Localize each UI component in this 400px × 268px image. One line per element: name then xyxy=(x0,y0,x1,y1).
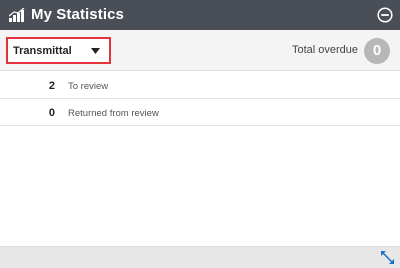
total-overdue-label: Total overdue xyxy=(291,44,358,56)
caret-down-icon xyxy=(91,48,100,54)
widget-header: My Statistics xyxy=(0,0,400,30)
stats-list: 2 To review 0 Returned from review xyxy=(0,72,400,126)
dropdown-selected-value: Transmittal xyxy=(13,45,72,57)
stat-count: 2 xyxy=(48,80,55,92)
stat-count: 0 xyxy=(48,107,55,119)
widget-footer xyxy=(0,246,400,268)
stat-label: To review xyxy=(68,81,109,92)
category-dropdown[interactable]: Transmittal xyxy=(6,37,111,64)
stat-row-to-review[interactable]: 2 To review xyxy=(0,72,400,99)
minus-circle-icon[interactable] xyxy=(377,7,393,23)
stat-row-returned-from-review[interactable]: 0 Returned from review xyxy=(0,99,400,126)
widget-title: My Statistics xyxy=(31,6,124,23)
stat-label: Returned from review xyxy=(68,108,159,119)
bar-chart-icon xyxy=(9,8,25,22)
total-overdue-badge: 0 xyxy=(364,38,390,64)
expand-arrows-icon[interactable] xyxy=(381,251,394,264)
stats-toolbar: Transmittal Total overdue 0 xyxy=(0,30,400,71)
